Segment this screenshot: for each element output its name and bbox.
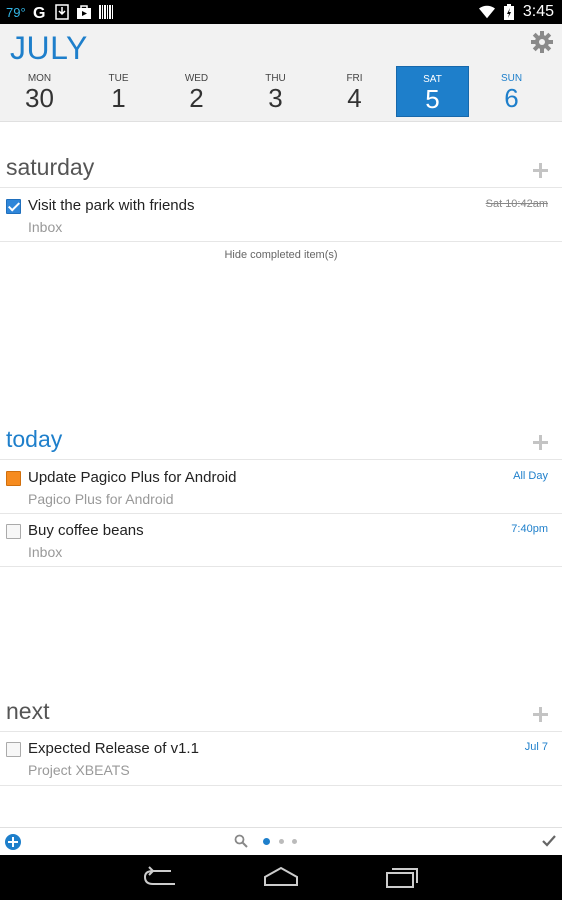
status-bar: 79° G 3:45: [0, 0, 562, 24]
add-next-plus-icon[interactable]: [533, 707, 548, 722]
task-row[interactable]: Visit the park with friends Inbox Sat 10…: [0, 188, 562, 242]
task-project: Project XBEATS: [28, 762, 130, 778]
recent-apps-icon[interactable]: [382, 865, 422, 889]
task-project: Inbox: [28, 219, 63, 235]
day-date: 3: [268, 83, 283, 113]
svg-text:G: G: [33, 5, 45, 20]
page-dot-active[interactable]: [263, 838, 270, 845]
task-checkbox[interactable]: [6, 742, 21, 757]
task-time: Jul 7: [524, 741, 548, 753]
week-strip: MON 30 TUE 1 WED 2 THU 3 FRI 4 SAT 5 SUN…: [0, 66, 562, 118]
task-project: Inbox: [28, 544, 63, 560]
add-saturday-plus-icon[interactable]: [533, 163, 548, 178]
day-tue[interactable]: TUE 1: [82, 66, 155, 117]
navigation-bar: [0, 855, 562, 900]
day-fri[interactable]: FRI 4: [318, 66, 391, 117]
task-row[interactable]: Update Pagico Plus for Android Pagico Pl…: [0, 460, 562, 514]
section-title-today: today: [6, 426, 63, 452]
divider: [0, 785, 562, 786]
shop-icon: [76, 4, 92, 20]
day-sat-selected[interactable]: SAT 5: [396, 66, 469, 117]
add-today-plus-icon[interactable]: [533, 435, 548, 450]
task-time: All Day: [513, 470, 548, 482]
section-title-next: next: [6, 698, 50, 724]
day-wed[interactable]: WED 2: [160, 66, 233, 117]
task-project: Pagico Plus for Android: [28, 491, 174, 507]
calendar-header: JULY MON 30 TUE 1 WED 2 THU 3 FRI 4 SAT …: [0, 24, 562, 122]
checkmark-icon[interactable]: [542, 834, 556, 848]
task-time: 7:40pm: [511, 523, 548, 535]
back-icon[interactable]: [141, 865, 181, 889]
day-date: 1: [111, 83, 126, 113]
day-thu[interactable]: THU 3: [239, 66, 312, 117]
bottom-toolbar: [0, 827, 562, 855]
day-date: 4: [347, 83, 362, 113]
barcode-icon: [98, 4, 114, 20]
divider: [0, 566, 562, 567]
google-icon: G: [32, 4, 48, 20]
temperature-text: 79°: [6, 4, 26, 20]
download-icon: [54, 4, 70, 20]
task-row[interactable]: Expected Release of v1.1 Project XBEATS …: [0, 731, 562, 785]
day-date: 2: [189, 83, 204, 113]
home-icon[interactable]: [261, 865, 301, 889]
section-title-saturday: saturday: [6, 154, 95, 180]
day-date: 5: [425, 84, 440, 114]
task-title: Buy coffee beans: [28, 522, 144, 539]
battery-icon: [501, 4, 517, 20]
search-icon[interactable]: [234, 834, 248, 848]
day-mon[interactable]: MON 30: [3, 66, 76, 117]
task-checkbox-checked[interactable]: [6, 199, 21, 214]
status-notifications: 79° G: [0, 4, 114, 20]
settings-gear-icon[interactable]: [530, 30, 554, 54]
task-time: Sat 10:42am: [485, 198, 548, 210]
task-checkbox[interactable]: [6, 524, 21, 539]
wifi-icon: [478, 4, 495, 20]
hide-completed-link[interactable]: Hide completed item(s): [0, 249, 562, 261]
day-sun[interactable]: SUN 6: [475, 66, 548, 117]
page-dot[interactable]: [279, 839, 284, 844]
task-title: Expected Release of v1.1: [28, 740, 199, 757]
task-title: Update Pagico Plus for Android: [28, 469, 237, 486]
day-date: 30: [25, 83, 54, 113]
add-task-plus-icon[interactable]: [5, 834, 21, 850]
divider: [0, 241, 562, 242]
month-title[interactable]: JULY: [10, 30, 88, 67]
task-row[interactable]: Buy coffee beans Inbox 7:40pm: [0, 513, 562, 567]
status-clock: 3:45: [522, 3, 554, 20]
day-date: 6: [504, 83, 519, 113]
task-checkbox-project-color[interactable]: [6, 471, 21, 486]
status-system: 3:45: [478, 3, 562, 21]
task-title: Visit the park with friends: [28, 197, 195, 214]
page-dot[interactable]: [292, 839, 297, 844]
